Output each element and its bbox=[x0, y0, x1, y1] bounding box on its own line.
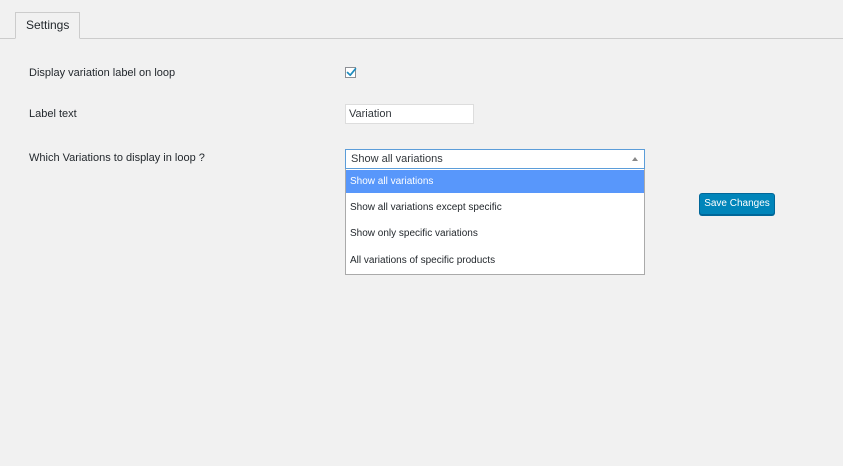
variations-label: Which Variations to display in loop ? bbox=[29, 152, 205, 164]
option-show-only-specific[interactable]: Show only specific variations bbox=[346, 222, 644, 246]
option-all-of-products[interactable]: All variations of specific products bbox=[346, 249, 644, 273]
tab-bar: Settings bbox=[0, 0, 843, 39]
tab-settings[interactable]: Settings bbox=[15, 12, 81, 39]
checkmark-icon bbox=[346, 67, 357, 77]
settings-page: Settings Display variation label on loop… bbox=[0, 0, 843, 466]
label-text-input[interactable] bbox=[345, 104, 474, 124]
save-button[interactable]: Save Changes bbox=[699, 193, 775, 215]
display-variation-checkbox[interactable] bbox=[345, 67, 357, 78]
chevron-up-icon bbox=[632, 157, 638, 161]
variations-select[interactable]: Show all variations bbox=[345, 149, 645, 169]
display-variation-label: Display variation label on loop bbox=[29, 67, 176, 79]
option-show-all[interactable]: Show all variations bbox=[346, 170, 644, 193]
variations-select-value: Show all variations bbox=[351, 153, 443, 165]
option-show-all-except[interactable]: Show all variations except specific bbox=[346, 196, 644, 220]
label-text-label: Label text bbox=[29, 108, 77, 120]
variations-dropdown: Show all variations Show all variations … bbox=[345, 169, 645, 275]
